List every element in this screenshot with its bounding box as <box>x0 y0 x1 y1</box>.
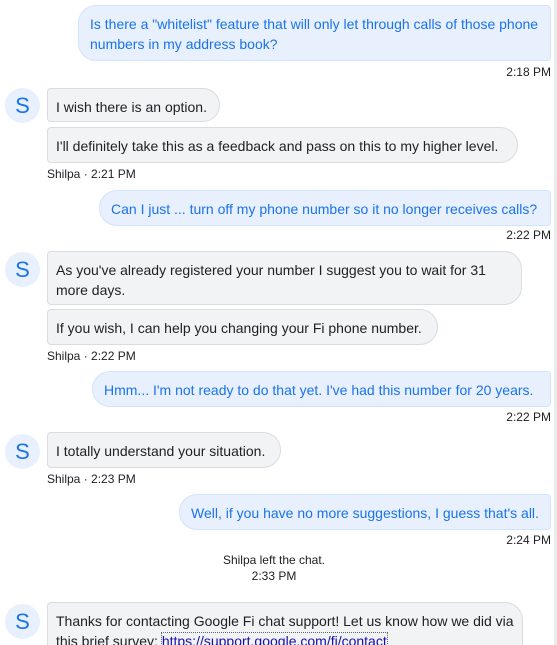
incoming-message: As you've already registered your number… <box>47 251 522 305</box>
agent-avatar: S <box>5 434 40 469</box>
sender-timestamp: Shilpa · 2:21 PM <box>47 167 136 181</box>
message-timestamp: 2:24 PM <box>506 533 551 547</box>
outgoing-message: Well, if you have no more suggestions, I… <box>179 494 551 530</box>
message-timestamp: 2:18 PM <box>506 65 551 79</box>
system-event-time: 2:33 PM <box>251 569 297 583</box>
sender-timestamp: Shilpa · 2:23 PM <box>47 472 136 486</box>
agent-avatar: S <box>5 604 40 639</box>
incoming-message: I'll definitely take this as a feedback … <box>47 127 518 163</box>
message-timestamp: 2:22 PM <box>506 410 551 424</box>
incoming-message: I totally understand your situation. <box>47 432 281 468</box>
survey-link[interactable]: https://support.google.com/fi/contact <box>160 632 388 645</box>
outgoing-message: Is there a "whitelist" feature that will… <box>78 5 551 61</box>
agent-avatar: S <box>5 88 40 123</box>
agent-avatar: S <box>5 252 40 287</box>
incoming-message: If you wish, I can help you changing you… <box>47 309 438 345</box>
chat-transcript: Is there a "whitelist" feature that will… <box>0 0 557 645</box>
message-timestamp: 2:22 PM <box>506 228 551 242</box>
outgoing-message: Can I just ... turn off my phone number … <box>99 190 551 226</box>
incoming-message: I wish there is an option. <box>47 88 220 122</box>
outgoing-message: Hmm... I'm not ready to do that yet. I'v… <box>92 371 551 407</box>
system-event: Shilpa left the chat. <box>222 553 326 567</box>
sender-timestamp: Shilpa · 2:22 PM <box>47 349 136 363</box>
incoming-message: Thanks for contacting Google Fi chat sup… <box>47 602 523 645</box>
